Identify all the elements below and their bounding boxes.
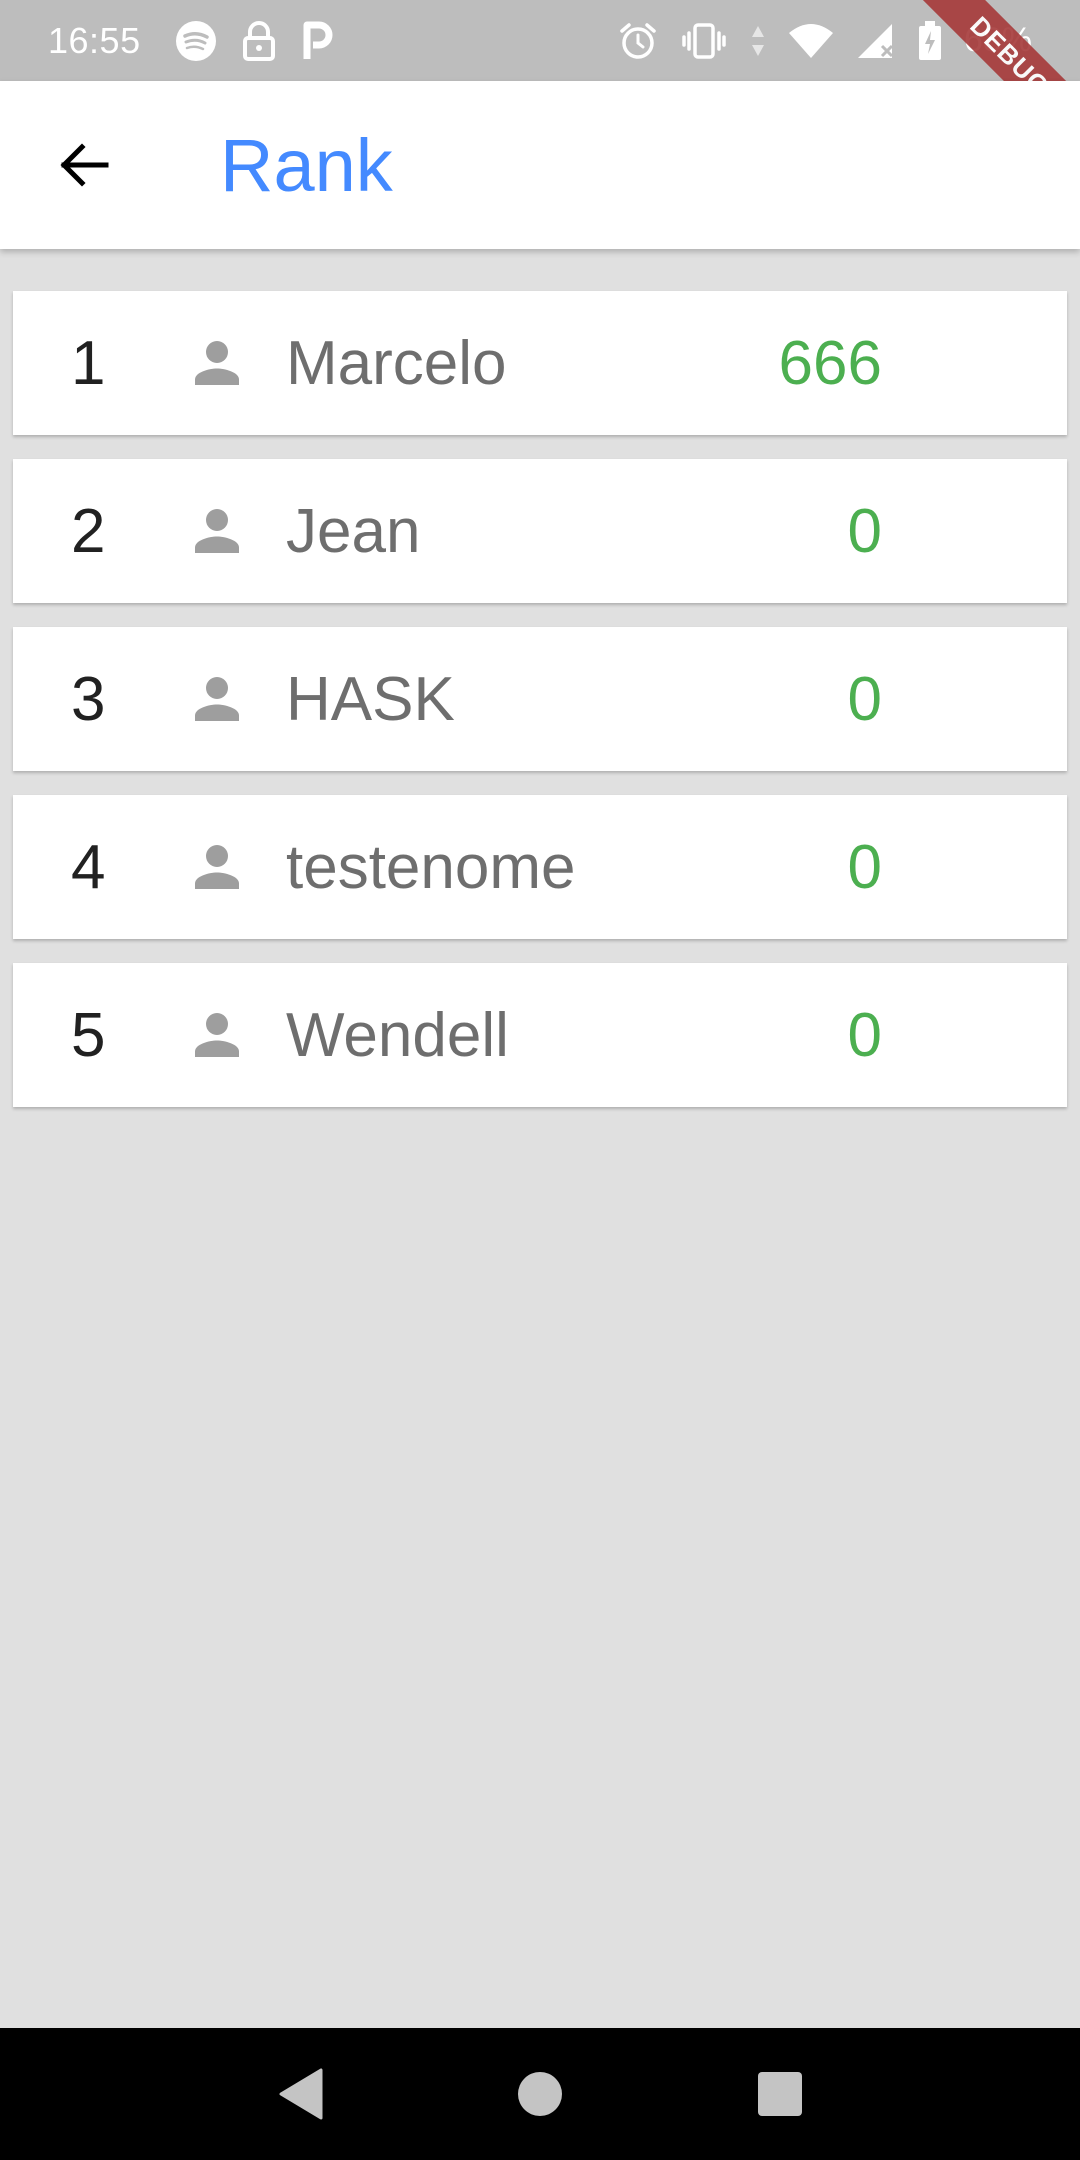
rank-position: 1 [71,328,106,398]
nav-home-button[interactable] [510,2064,570,2124]
parking-icon [301,21,335,61]
player-score: 666 [778,328,882,398]
wifi-icon [788,23,834,59]
player-name: testenome [286,832,576,902]
signal-icon [856,22,896,60]
rank-position: 2 [71,496,106,566]
person-icon [181,495,253,567]
rank-row[interactable]: 1 Marcelo 666 [13,291,1067,435]
battery-icon [918,20,942,61]
rank-row[interactable]: 3 HASK 0 [13,627,1067,771]
rank-position: 5 [71,1000,106,1070]
person-icon [181,831,253,903]
player-score: 0 [847,664,882,734]
navigation-bar [0,2028,1080,2160]
back-triangle-icon [279,2068,323,2120]
screen: 16:55 DEBUG Rank 1 Marcelo 666 2 Jean 0 … [0,0,1080,2160]
player-score: 0 [847,496,882,566]
player-score: 0 [847,832,882,902]
status-left-icons [175,20,335,62]
app-bar: Rank [0,81,1080,249]
arrow-back-icon [60,143,109,187]
nav-recents-button[interactable] [750,2064,810,2124]
person-icon [181,999,253,1071]
rank-position: 4 [71,832,106,902]
nav-back-button[interactable] [270,2064,330,2124]
rank-row[interactable]: 2 Jean 0 [13,459,1067,603]
rank-position: 3 [71,664,106,734]
data-arrows-icon [750,24,766,58]
player-score: 0 [847,1000,882,1070]
status-time: 16:55 [48,19,141,61]
status-bar: 16:55 [0,0,1080,81]
rank-row[interactable]: 4 testenome 0 [13,795,1067,939]
vibrate-icon [680,21,728,61]
player-name: Jean [286,496,421,566]
back-button[interactable] [42,123,126,207]
person-icon [181,663,253,735]
person-icon [181,327,253,399]
player-name: HASK [286,664,455,734]
alarm-icon [618,21,658,61]
rank-row[interactable]: 5 Wendell 0 [13,963,1067,1107]
lock-icon [241,20,277,61]
player-name: Wendell [286,1000,509,1070]
spotify-icon [175,20,217,62]
rank-list: 1 Marcelo 666 2 Jean 0 3 HASK 0 4 testen… [13,291,1067,1131]
home-circle-icon [518,2072,562,2116]
recents-square-icon [758,2072,802,2116]
player-name: Marcelo [286,328,507,398]
page-title: Rank [220,123,393,207]
